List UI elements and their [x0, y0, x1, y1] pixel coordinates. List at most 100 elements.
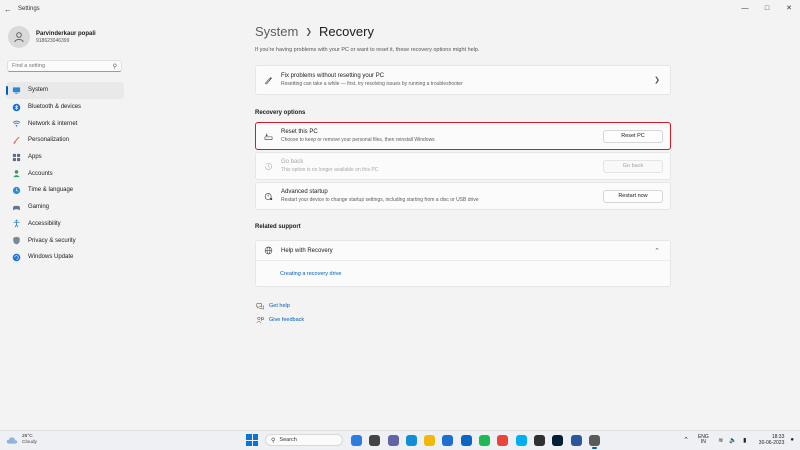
restart-now-button[interactable]: Restart now [603, 189, 663, 203]
sidebar-item-network[interactable]: Network & internet [6, 115, 124, 132]
weather-widget[interactable]: 26°C Cloudy [6, 434, 37, 446]
feedback-icon [255, 316, 264, 325]
page-title: Recovery [319, 24, 374, 39]
search-icon: ⚲ [271, 437, 276, 444]
sidebar-item-apps[interactable]: Apps [6, 149, 124, 166]
window-controls: — □ ✕ [734, 0, 800, 16]
region-code: IN [700, 439, 706, 445]
search-box: ⚲ [7, 60, 122, 72]
profile[interactable]: Parvinderkaur popali 918623046399 [8, 26, 96, 48]
sidebar-item-label: Privacy & security [28, 237, 76, 244]
speaker-icon[interactable]: 🔈 [729, 437, 737, 444]
advanced-startup-icon [263, 191, 273, 201]
window-title: Settings [18, 6, 40, 12]
help-with-recovery-header[interactable]: Help with Recovery ⌃ [256, 241, 670, 261]
help-with-recovery-title: Help with Recovery [281, 247, 333, 254]
accounts-icon [12, 169, 21, 178]
edge-icon[interactable] [405, 434, 417, 446]
help-with-recovery-expander: Help with Recovery ⌃ Creating a recovery… [255, 240, 671, 287]
sidebar-item-windows-update[interactable]: Windows Update [6, 249, 124, 266]
copilot-icon[interactable] [351, 434, 362, 446]
chevron-right-icon: ❯ [654, 77, 660, 84]
globe-icon [263, 246, 273, 256]
give-feedback-label: Give feedback [269, 317, 305, 323]
profile-name: Parvinderkaur popali [36, 30, 96, 37]
sidebar-item-label: Windows Update [28, 254, 74, 261]
fix-problems-desc: Resetting can take a while — first, try … [281, 81, 463, 87]
clock-date: 30-06-2023 [758, 440, 785, 446]
chevron-right-icon: ❯ [305, 27, 313, 36]
go-back-desc: This option is no longer available on th… [281, 167, 379, 173]
sidebar-item-label: Apps [28, 154, 42, 161]
bluetooth-icon [12, 103, 21, 112]
taskbar-search-label: Search [279, 437, 297, 443]
clock[interactable]: 18:33 30-06-2023 [759, 434, 785, 446]
spotify-icon[interactable] [479, 434, 491, 446]
taskbar: 26°C Cloudy ⚲ Search ⌃ ENG IN ≋ 🔈 ▮ 18:3… [0, 430, 800, 450]
advanced-startup-desc: Restart your device to change startup se… [281, 197, 479, 203]
language-indicator[interactable]: ENG IN [698, 434, 709, 446]
battery-icon[interactable]: ▮ [741, 437, 749, 444]
word-icon[interactable] [570, 434, 582, 446]
creating-recovery-drive-link[interactable]: Creating a recovery drive [280, 271, 341, 277]
give-feedback-link[interactable]: Give feedback [255, 313, 304, 327]
sidebar-item-personalization[interactable]: Personalization [6, 132, 124, 149]
sidebar-item-privacy-security[interactable]: Privacy & security [6, 232, 124, 249]
sidebar-item-label: Gaming [28, 204, 50, 211]
wifi-icon [12, 119, 21, 128]
apps-icon [12, 153, 21, 162]
chevron-up-icon[interactable]: ⌃ [683, 436, 689, 444]
weather-condition: Cloudy [22, 440, 37, 445]
gamepad-icon [12, 203, 21, 212]
start-button[interactable] [246, 434, 258, 446]
help-icon [255, 302, 264, 311]
paintbrush-icon [12, 136, 21, 145]
search-icon[interactable]: ⚲ [113, 63, 117, 70]
cloud-icon [6, 437, 18, 444]
sidebar-item-accounts[interactable]: Accounts [6, 165, 124, 182]
get-help-link[interactable]: Get help [255, 299, 304, 313]
history-icon [263, 161, 273, 171]
advanced-startup-card: Advanced startup Restart your device to … [255, 182, 671, 210]
fix-problems-title: Fix problems without resetting your PC [281, 73, 385, 79]
teams-icon[interactable] [387, 434, 399, 446]
wifi-icon[interactable]: ≋ [717, 437, 725, 444]
taskbar-search[interactable]: ⚲ Search [265, 434, 343, 446]
sidebar-item-system[interactable]: System [6, 82, 124, 99]
mail-icon[interactable] [460, 434, 472, 446]
taskbar-apps: ⚲ Search [246, 434, 607, 449]
chrome-icon[interactable] [497, 434, 509, 446]
fix-problems-card[interactable]: Fix problems without resetting your PC R… [255, 65, 671, 95]
minimize-icon[interactable]: — [734, 0, 756, 16]
task-view-icon[interactable] [369, 434, 381, 446]
reset-pc-button[interactable]: Reset PC [603, 129, 663, 143]
camera-icon[interactable] [533, 434, 545, 446]
reset-pc-card: Reset this PC Choose to keep or remove y… [255, 122, 671, 150]
maximize-icon[interactable]: □ [756, 0, 778, 16]
wrench-icon [263, 75, 273, 85]
close-icon[interactable]: ✕ [778, 0, 800, 16]
sidebar-item-gaming[interactable]: Gaming [6, 199, 124, 216]
profile-email: 918623046399 [36, 37, 70, 44]
sidebar-item-time-language[interactable]: Time & language [6, 182, 124, 199]
skype-icon[interactable] [515, 434, 527, 446]
go-back-title: Go back [281, 159, 304, 165]
monitor-icon [12, 86, 21, 95]
breadcrumb: System ❯ Recovery [255, 24, 374, 39]
sidebar-item-label: System [28, 87, 49, 94]
sidebar-item-accessibility[interactable]: Accessibility [6, 216, 124, 233]
chevron-up-icon[interactable]: ⌃ [652, 247, 662, 255]
update-icon [12, 253, 21, 262]
search-input[interactable] [12, 63, 113, 69]
back-arrow-icon[interactable]: ← [0, 5, 16, 14]
sidebar-item-label: Accounts [28, 170, 53, 177]
sidebar-item-bluetooth[interactable]: Bluetooth & devices [6, 99, 124, 116]
settings-icon[interactable] [588, 434, 600, 449]
store-icon[interactable] [442, 434, 454, 446]
photoshop-icon[interactable] [552, 434, 564, 446]
notification-icon[interactable]: ● [790, 437, 794, 443]
sidebar: Parvinderkaur popali 918623046399 ⚲ Syst… [0, 18, 130, 430]
file-explorer-icon[interactable] [424, 434, 436, 446]
breadcrumb-parent[interactable]: System [255, 24, 298, 39]
person-icon [14, 32, 24, 43]
